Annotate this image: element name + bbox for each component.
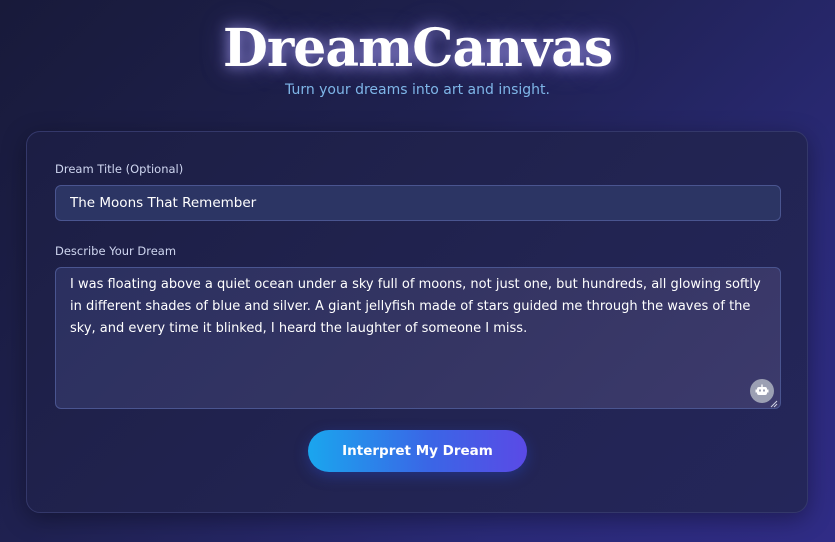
dream-form-card: Dream Title (Optional) Describe Your Dre… <box>26 131 808 513</box>
dream-title-label: Dream Title (Optional) <box>55 162 184 176</box>
dream-description-label: Describe Your Dream <box>55 244 177 258</box>
robot-icon-glyph <box>755 384 769 395</box>
page-header: DreamCanvas Turn your dreams into art an… <box>0 18 835 98</box>
app-subtitle: Turn your dreams into art and insight. <box>285 82 550 98</box>
interpret-dream-button[interactable]: Interpret My Dream <box>308 430 527 472</box>
app-title: DreamCanvas <box>222 18 613 79</box>
dream-title-input[interactable] <box>55 185 781 221</box>
dream-description-textarea[interactable]: I was floating above a quiet ocean under… <box>55 267 781 409</box>
resize-handle-icon[interactable] <box>770 400 778 408</box>
